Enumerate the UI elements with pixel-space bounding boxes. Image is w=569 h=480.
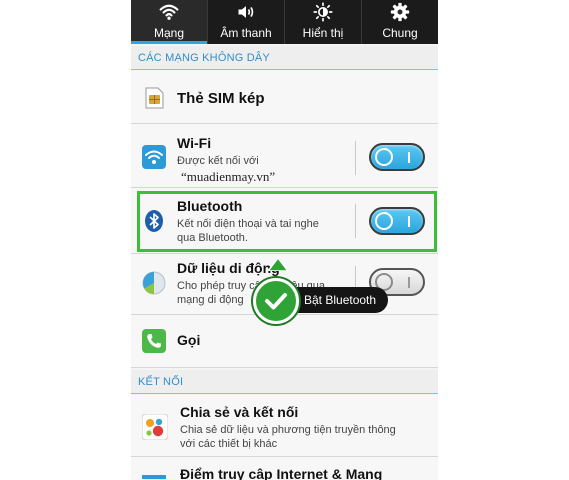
section-header-connect: KẾT NỐI bbox=[131, 370, 438, 394]
hotspot-title: Điểm truy cập Internet & Mạng bbox=[180, 466, 383, 480]
wifi-divider bbox=[355, 141, 356, 175]
wifi-row[interactable]: Wi-Fi Được kết nối với bbox=[131, 124, 438, 188]
tab-sound-label: Âm thanh bbox=[220, 26, 272, 40]
share-connect-title: Chia sẻ và kết nối bbox=[180, 404, 299, 420]
wifi-icon bbox=[159, 4, 179, 20]
tooltip-bluetooth-on: Bật Bluetooth bbox=[294, 287, 389, 313]
wifi-toggle-tick bbox=[408, 152, 410, 163]
tab-network[interactable]: Mạng bbox=[131, 0, 208, 44]
data-usage-icon bbox=[142, 271, 166, 295]
check-circle-icon bbox=[253, 278, 299, 324]
dual-sim-row[interactable]: Thẻ SIM kép bbox=[131, 71, 438, 124]
wifi-title: Wi-Fi bbox=[177, 135, 212, 151]
sim-card-icon bbox=[145, 87, 164, 109]
checkmark-icon bbox=[265, 293, 287, 310]
tab-sound[interactable]: Âm thanh bbox=[208, 0, 285, 44]
share-icon bbox=[142, 414, 168, 440]
tab-general-label: Chung bbox=[382, 26, 418, 40]
section-title-wireless: CÁC MẠNG KHÔNG DÂY bbox=[138, 52, 270, 64]
watermark-text: “muadienmay.vn” bbox=[181, 169, 276, 184]
pointer-arrow-icon bbox=[268, 257, 288, 271]
tab-display[interactable]: Hiển thị bbox=[285, 0, 362, 44]
share-connect-subtitle-line1: Chia sẻ dữ liệu và phương tiện truyền th… bbox=[180, 424, 396, 436]
bluetooth-highlight-frame bbox=[137, 191, 437, 252]
wifi-toggle[interactable] bbox=[369, 143, 425, 171]
mobile-data-title: Dữ liệu di động bbox=[177, 260, 280, 276]
wifi-icon bbox=[142, 145, 166, 169]
brightness-icon bbox=[313, 2, 333, 22]
section-title-connect: KẾT NỐI bbox=[138, 376, 184, 388]
section-header-wireless: CÁC MẠNG KHÔNG DÂY bbox=[131, 46, 438, 70]
call-row[interactable]: Gọi bbox=[131, 315, 438, 368]
hotspot-icon bbox=[142, 475, 166, 479]
share-connect-subtitle-line2: với các thiết bị khác bbox=[180, 438, 278, 450]
tab-display-label: Hiển thị bbox=[302, 26, 344, 40]
tab-network-label: Mạng bbox=[153, 26, 185, 40]
mobile-data-toggle-tick bbox=[408, 277, 410, 288]
gear-icon bbox=[390, 2, 410, 22]
speaker-icon bbox=[238, 6, 254, 18]
share-connect-row[interactable]: Chia sẻ và kết nối Chia sẻ dữ liệu và ph… bbox=[131, 395, 438, 457]
hotspot-row[interactable]: Điểm truy cập Internet & Mạng bbox=[131, 457, 438, 480]
settings-tab-bar: Mạng Âm thanh Hiển thị Chung bbox=[131, 0, 438, 44]
call-title: Gọi bbox=[177, 332, 201, 348]
wifi-toggle-knob bbox=[375, 148, 393, 166]
mobile-data-subtitle-line2: mạng di động bbox=[177, 294, 244, 306]
tab-general[interactable]: Chung bbox=[362, 0, 438, 44]
wifi-subtitle: Được kết nối với bbox=[177, 155, 259, 167]
phone-icon bbox=[142, 329, 166, 353]
dual-sim-title: Thẻ SIM kép bbox=[177, 90, 265, 107]
